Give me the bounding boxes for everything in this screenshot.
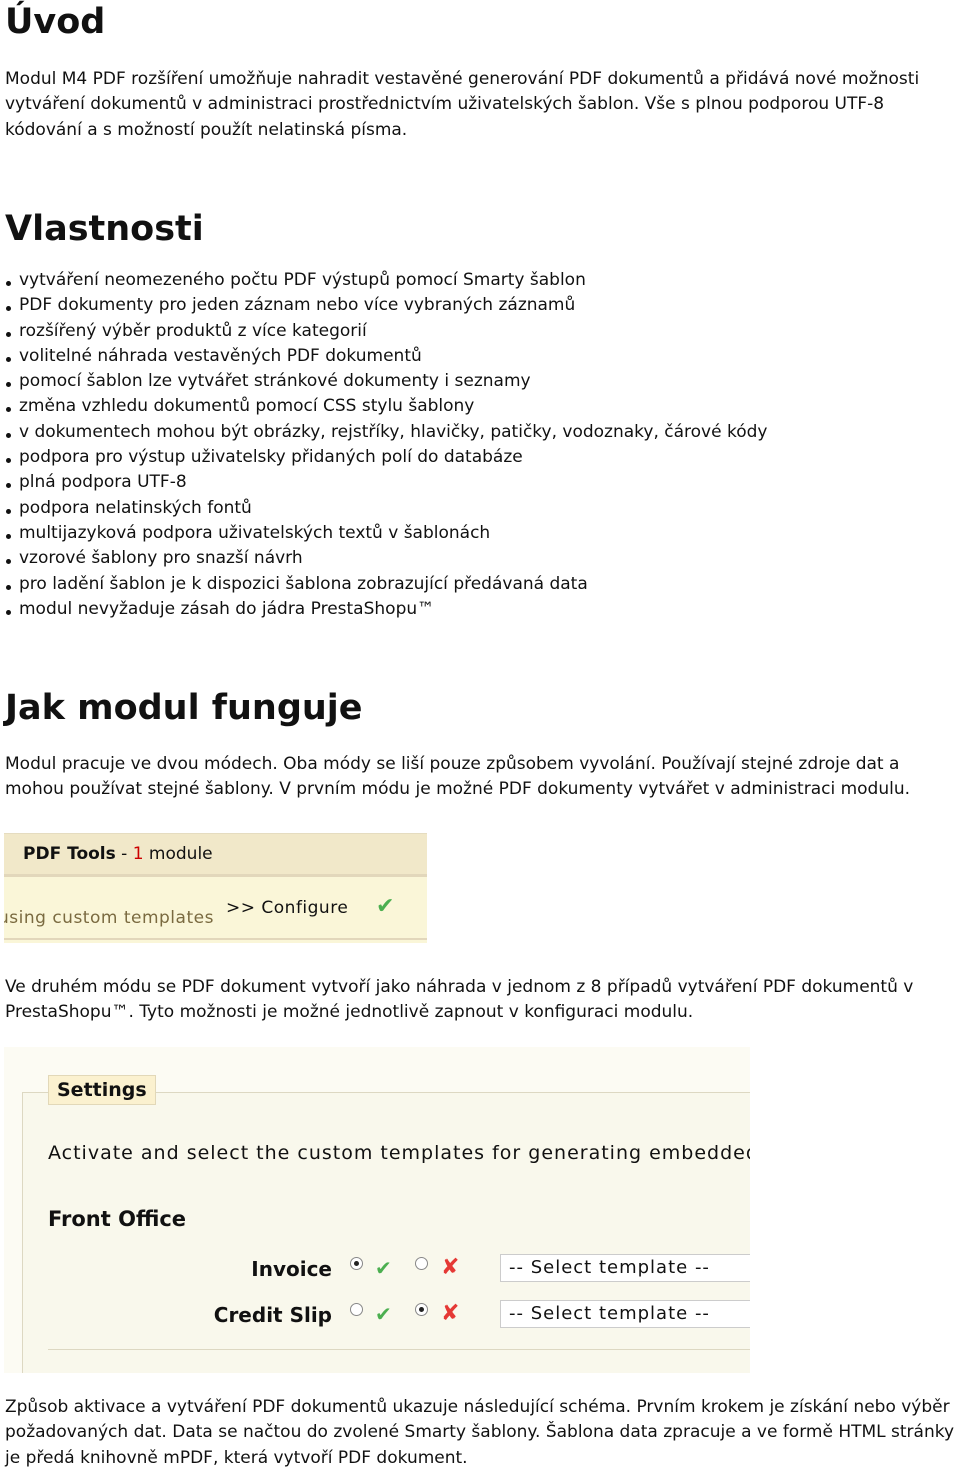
how-heading: Jak modul funguje — [5, 688, 363, 728]
feature-item: změna vzhledu dokumentů pomocí CSS stylu… — [5, 394, 767, 419]
cross-icon: ✘ — [441, 1301, 460, 1326]
features-list: vytváření neomezeného počtu PDF výstupů … — [5, 268, 767, 622]
feature-item: pro ladění šablon je k dispozici šablona… — [5, 572, 767, 597]
check-icon: ✔ — [376, 894, 395, 919]
how-text-1: Modul pracuje ve dvou módech. Oba módy s… — [5, 754, 911, 800]
cross-icon: ✘ — [441, 1255, 460, 1280]
intro-text: Modul M4 PDF rozšíření umožňuje nahradit… — [5, 69, 920, 140]
module-category-header: PDF Tools - 1 module — [4, 833, 427, 877]
settings-description: Activate and select the custom templates… — [48, 1142, 750, 1164]
feature-item: modul nevyžaduje zásah do jádra PrestaSh… — [5, 597, 767, 622]
divider — [48, 1349, 750, 1350]
enable-radio[interactable] — [350, 1257, 363, 1270]
template-row-label: Credit Slip — [213, 1303, 332, 1327]
feature-item: volitelné náhrada vestavěných PDF dokume… — [5, 344, 767, 369]
feature-item: pomocí šablon lze vytvářet stránkové dok… — [5, 369, 767, 394]
feature-item: v dokumentech mohou být obrázky, rejstří… — [5, 420, 767, 445]
intro-heading: Úvod — [5, 2, 106, 42]
separator: - — [115, 844, 133, 864]
module-unit: module — [143, 844, 213, 864]
disable-radio[interactable] — [415, 1257, 428, 1270]
pdf-tools-module-screenshot: PDF Tools - 1 module using custom templa… — [4, 833, 427, 943]
check-icon: ✔ — [375, 1256, 392, 1280]
module-count: 1 — [132, 844, 144, 864]
feature-item: vytváření neomezeného počtu PDF výstupů … — [5, 268, 767, 293]
category-name: PDF Tools — [23, 844, 116, 864]
feature-item: podpora nelatinských fontů — [5, 496, 767, 521]
feature-item: PDF dokumenty pro jeden záznam nebo více… — [5, 293, 767, 318]
features-heading: Vlastnosti — [5, 209, 204, 249]
feature-item: vzorové šablony pro snazší návrh — [5, 546, 767, 571]
settings-screenshot: Settings Activate and select the custom … — [4, 1047, 750, 1373]
settings-legend: Settings — [48, 1075, 156, 1105]
feature-item: multijazyková podpora uživatelských text… — [5, 521, 767, 546]
feature-item: plná podpora UTF-8 — [5, 470, 767, 495]
feature-item: podpora pro výstup uživatelsky přidaných… — [5, 445, 767, 470]
template-select[interactable]: -- Select template -- — [500, 1300, 750, 1328]
feature-item: rozšířený výběr produktů z více kategori… — [5, 319, 767, 344]
how-text-2: Ve druhém módu se PDF dokument vytvoří j… — [5, 977, 914, 1023]
module-description: using custom templates — [4, 908, 214, 928]
how-text-3: Způsob aktivace a vytváření PDF dokument… — [5, 1397, 955, 1468]
enable-radio[interactable] — [350, 1303, 363, 1316]
configure-link[interactable]: >> Configure — [226, 898, 348, 918]
disable-radio[interactable] — [415, 1303, 428, 1316]
template-row-label: Invoice — [251, 1257, 332, 1281]
settings-fieldset — [22, 1092, 750, 1373]
module-row: using custom templates >> Configure ✔ — [4, 888, 427, 940]
template-select[interactable]: -- Select template -- — [500, 1254, 750, 1282]
check-icon: ✔ — [375, 1302, 392, 1326]
front-office-heading: Front Office — [48, 1207, 187, 1231]
